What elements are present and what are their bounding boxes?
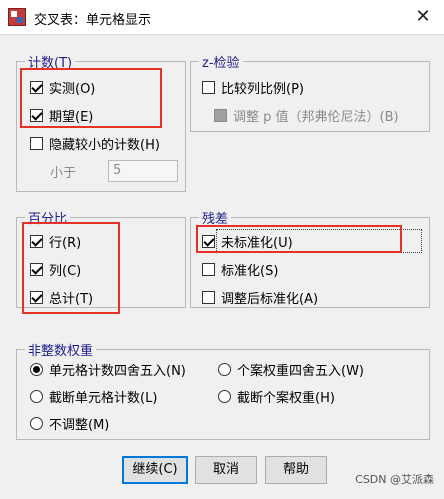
total-percentage-checkbox[interactable]: 总计(T) <box>30 286 93 308</box>
round-case-weights-label: 个案权重四舍五入(W) <box>237 363 364 379</box>
standardized-label: 标准化(S) <box>221 263 279 279</box>
radio-circle[interactable] <box>30 362 43 376</box>
unstandardized-label: 未标准化(U) <box>221 235 293 251</box>
adjust-p-values-checkbox: 调整 p 值（邦弗伦尼法）(B) <box>214 104 399 126</box>
adjusted-standardized-label: 调整后标准化(A) <box>221 291 319 307</box>
counts-legend: 计数(T) <box>28 56 73 71</box>
checkbox-box[interactable] <box>30 80 43 94</box>
truncate-cell-counts-radio[interactable]: 截断单元格计数(L) <box>30 385 157 407</box>
compare-column-proportions-checkbox[interactable]: 比较列比例(P) <box>202 76 304 98</box>
radio-circle[interactable] <box>30 416 43 430</box>
round-cell-counts-label: 单元格计数四舍五入(N) <box>49 363 186 379</box>
row-percentage-checkbox[interactable]: 行(R) <box>30 230 81 252</box>
round-case-weights-radio[interactable]: 个案权重四舍五入(W) <box>218 358 364 380</box>
checkbox-box[interactable] <box>202 262 215 276</box>
percentages-legend: 百分比 <box>28 212 68 227</box>
adjusted-standardized-checkbox[interactable]: 调整后标准化(A) <box>202 286 318 308</box>
ztest-legend: z-检验 <box>202 56 240 71</box>
checkbox-box[interactable] <box>30 108 43 122</box>
adjust-p-values-label: 调整 p 值（邦弗伦尼法）(B) <box>233 109 399 125</box>
watermark: CSDN @艾派森 <box>355 473 434 486</box>
residuals-legend: 残差 <box>202 212 229 227</box>
cancel-button[interactable]: 取消 <box>195 456 257 484</box>
standardized-checkbox[interactable]: 标准化(S) <box>202 258 278 280</box>
no-adjustment-radio[interactable]: 不调整(M) <box>30 412 109 434</box>
round-cell-counts-radio[interactable]: 单元格计数四舍五入(N) <box>30 358 186 380</box>
unstandardized-checkbox[interactable]: 未标准化(U) <box>202 230 293 252</box>
total-percentage-label: 总计(T) <box>49 291 94 307</box>
help-button[interactable]: 帮助 <box>265 456 327 484</box>
radio-circle[interactable] <box>218 389 231 403</box>
expected-label: 期望(E) <box>49 109 94 125</box>
hide-small-counts-checkbox[interactable]: 隐藏较小的计数(H) <box>30 132 160 154</box>
no-adjustment-label: 不调整(M) <box>49 417 110 433</box>
truncate-case-weights-label: 截断个案权重(H) <box>237 390 335 406</box>
noninteger-weights-legend: 非整数权重 <box>28 344 94 359</box>
crosstab-app-icon <box>8 8 26 26</box>
row-percentage-label: 行(R) <box>49 235 82 251</box>
radio-circle[interactable] <box>218 362 231 376</box>
less-than-input[interactable]: 5 <box>108 160 178 182</box>
expected-checkbox[interactable]: 期望(E) <box>30 104 93 126</box>
checkbox-box[interactable] <box>30 262 43 276</box>
column-percentage-checkbox[interactable]: 列(C) <box>30 258 81 280</box>
checkbox-box[interactable] <box>30 136 43 150</box>
truncate-case-weights-radio[interactable]: 截断个案权重(H) <box>218 385 335 407</box>
checkbox-box[interactable] <box>202 234 215 248</box>
checkbox-box[interactable] <box>202 290 215 304</box>
continue-button[interactable]: 继续(C) <box>122 456 188 484</box>
observed-checkbox[interactable]: 实测(O) <box>30 76 95 98</box>
checkbox-box[interactable] <box>202 80 215 94</box>
title-bar: 交叉表：单元格显示 ✕ <box>0 0 444 35</box>
compare-column-proportions-label: 比较列比例(P) <box>221 81 304 97</box>
column-percentage-label: 列(C) <box>49 263 82 279</box>
close-button[interactable]: ✕ <box>410 4 436 30</box>
checkbox-box[interactable] <box>30 290 43 304</box>
checkbox-box <box>214 108 227 122</box>
window-title: 交叉表：单元格显示 <box>34 13 152 28</box>
less-than-label: 小于 <box>50 165 77 181</box>
observed-label: 实测(O) <box>49 81 96 97</box>
hide-small-counts-label: 隐藏较小的计数(H) <box>49 137 160 153</box>
truncate-cell-counts-label: 截断单元格计数(L) <box>49 390 158 406</box>
checkbox-box[interactable] <box>30 234 43 248</box>
radio-circle[interactable] <box>30 389 43 403</box>
